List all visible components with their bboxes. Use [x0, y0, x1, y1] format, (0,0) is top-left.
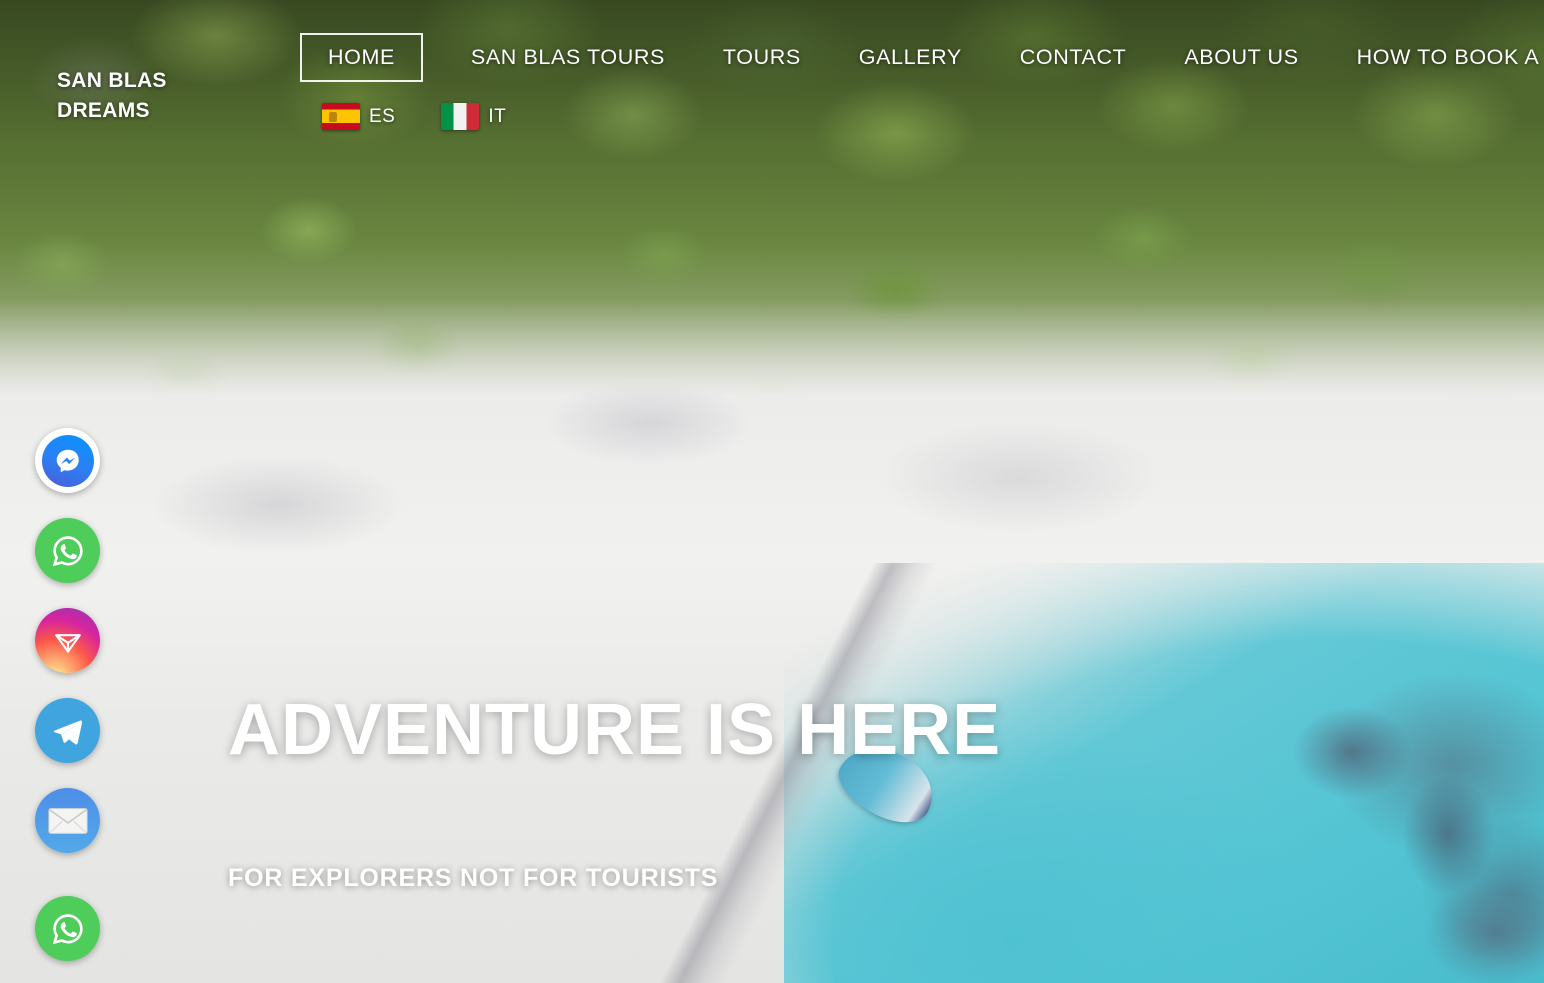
- site-logo-line-1: SAN BLAS: [57, 69, 167, 92]
- whatsapp-icon[interactable]: [35, 518, 100, 583]
- hero-title: ADVENTURE IS HERE: [228, 690, 1002, 770]
- hero-section: SAN BLAS DREAMS HOME SAN BLAS TOURS TOUR…: [0, 0, 1544, 983]
- nav-item-home[interactable]: HOME: [300, 33, 423, 82]
- nav-item-about-us[interactable]: ABOUT US: [1168, 33, 1314, 82]
- nav-item-how-to-book-a-tour[interactable]: HOW TO BOOK A TOUR: [1341, 33, 1544, 82]
- language-label-it: IT: [488, 105, 507, 127]
- social-contact-rail: [35, 428, 100, 961]
- site-logo-line-2: DREAMS: [57, 99, 150, 122]
- nav-item-tours[interactable]: TOURS: [707, 33, 817, 82]
- site-logo[interactable]: SAN BLAS DREAMS: [57, 66, 247, 126]
- messenger-icon[interactable]: [35, 428, 100, 493]
- nav-item-san-blas-tours[interactable]: SAN BLAS TOURS: [455, 33, 681, 82]
- nav-item-contact[interactable]: CONTACT: [1004, 33, 1143, 82]
- language-label-es: ES: [369, 105, 396, 127]
- language-option-it[interactable]: IT: [441, 103, 506, 130]
- language-option-es[interactable]: ES: [322, 103, 395, 130]
- email-icon[interactable]: [35, 788, 100, 853]
- coral-reef-patch: [1224, 653, 1544, 983]
- instagram-direct-icon[interactable]: [35, 608, 100, 673]
- hero-background-photo: [0, 0, 1544, 983]
- telegram-icon[interactable]: [35, 698, 100, 763]
- hero-subtitle: FOR EXPLORERS NOT FOR TOURISTS: [228, 864, 719, 892]
- main-navigation: HOME SAN BLAS TOURS TOURS GALLERY CONTAC…: [300, 33, 1544, 82]
- italy-flag-icon: [441, 103, 480, 130]
- whatsapp-icon[interactable]: [35, 896, 100, 961]
- spain-flag-icon: [322, 103, 360, 130]
- nav-item-gallery[interactable]: GALLERY: [843, 33, 978, 82]
- language-switcher: ES IT: [322, 103, 506, 130]
